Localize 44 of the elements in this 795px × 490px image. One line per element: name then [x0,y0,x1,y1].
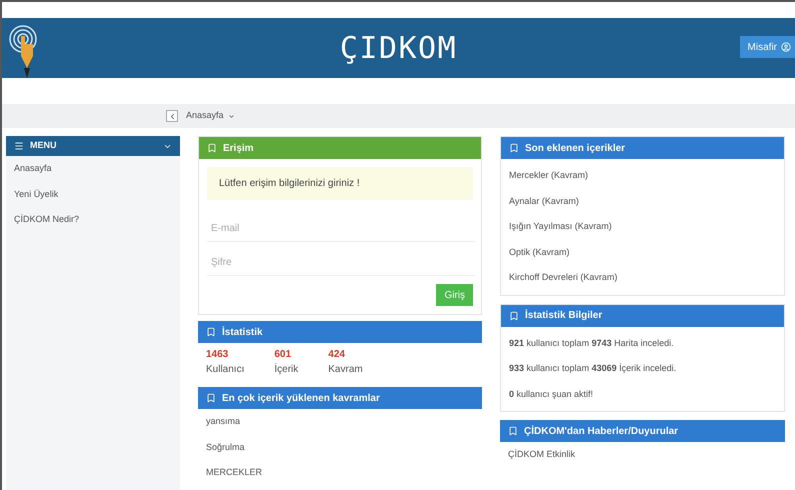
concept-link[interactable]: Soğrulma [198,434,482,460]
stat-value: 601 [274,348,292,362]
content-link[interactable]: Optik (Kavram) [501,240,784,265]
menu-title: MENU [30,139,56,152]
panel-title: İstatistik Bilgiler [525,308,602,323]
menu-header[interactable]: MENU [6,136,180,156]
stat-label: Kullanıcı [206,363,244,377]
panel-title: İstatistik [222,325,263,340]
sidebar-item[interactable]: ÇİDKOM Nedir? [6,207,180,232]
alert-message: Lütfen erişim bilgilerinizi giriniz ! [207,167,473,200]
bookmark-icon [509,143,519,153]
sidebar-item[interactable]: Yeni Üyelik [6,182,180,207]
bookmark-icon [206,393,216,403]
stat-label: İçerik [274,362,298,377]
stat-value: 424 [328,348,346,362]
stat-line: 933 kullanıcı toplam 43069 İçerik inceledi. [508,362,678,375]
content-link[interactable]: Işığın Yayılması (Kavram) [501,214,784,240]
stat-value: 1463 [206,348,230,362]
email-field[interactable]: E-mail [207,216,475,242]
panel-title: Erişim [223,142,254,156]
user-icon [781,42,791,52]
content-link[interactable]: Aynalar (Kavram) [501,188,784,214]
content-link[interactable]: Kirchoff Devreleri (Kavram) [501,265,784,290]
password-field[interactable]: Şifre [207,250,475,276]
concept-link[interactable]: MERCEKLER [198,460,482,486]
bookmark-icon [508,426,518,436]
panel-title: En çok içerik yüklenen kavramlar [222,392,380,406]
panel-title: Son eklenen içerikler [525,142,626,156]
bookmark-icon [206,327,216,337]
breadcrumb-link[interactable]: Anasayfa [186,109,235,123]
bookmark-icon [509,310,519,320]
sidebar-toggle-button[interactable] [166,110,178,122]
stat-line: 0 kullanıcı şuan aktif! [508,388,594,401]
bookmark-icon [207,143,217,153]
content-link[interactable]: Mercekler (Kavram) [501,163,784,188]
caret-icon [228,112,235,120]
site-logo[interactable]: ÇIDKOM [340,26,458,70]
stat-line: 921 kullanıcı toplam 9743 Harita inceledi. [508,336,675,350]
concept-link[interactable]: yansıma [198,409,482,434]
stat-label: Kavram [328,363,363,377]
menu-icon [14,141,24,151]
panel-title: ÇİDKOM'dan Haberler/Duyurular [524,424,678,438]
news-link[interactable]: ÇİDKOM Etkinlik [500,442,785,468]
sidebar-item[interactable]: Anasayfa [6,156,180,182]
